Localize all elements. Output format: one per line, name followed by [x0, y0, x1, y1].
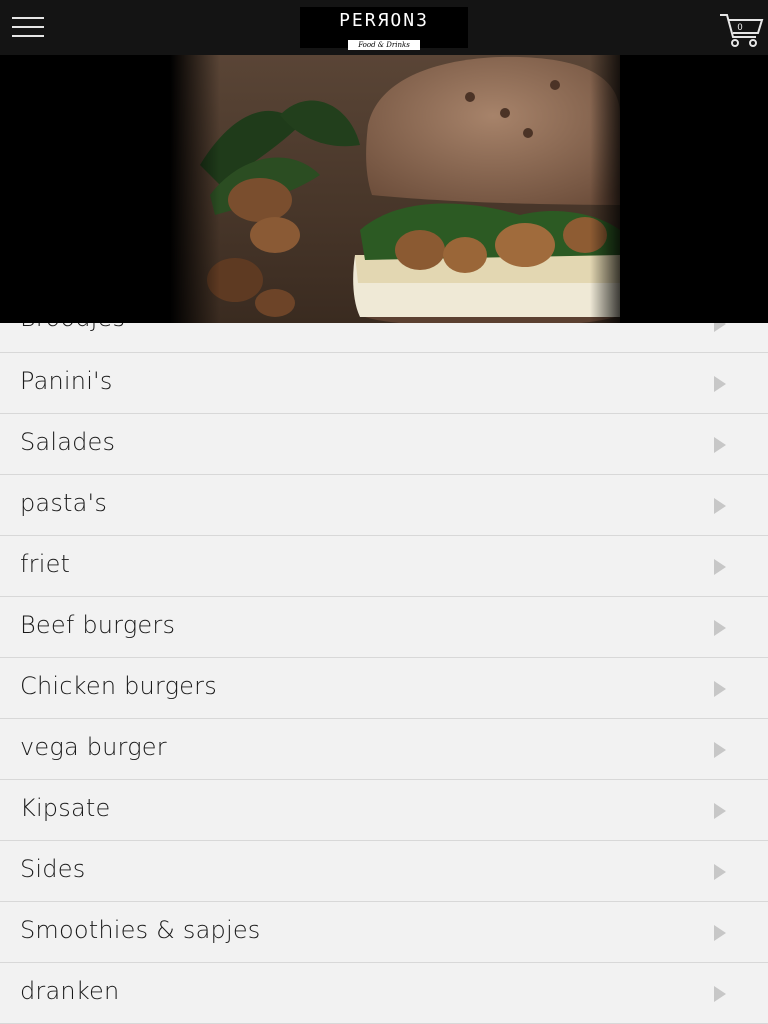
menu-item-label: Kipsate [20, 794, 111, 822]
menu-item-label: Panini's [20, 367, 113, 395]
chevron-right-icon [714, 376, 726, 392]
menu-item-label: Beef burgers [20, 611, 176, 639]
menu-item-sides[interactable]: Sides [0, 841, 768, 902]
menu-item-dranken[interactable]: dranken [0, 963, 768, 1024]
menu-item-vega-burger[interactable]: vega burger [0, 719, 768, 780]
menu-item-label: vega burger [20, 733, 167, 761]
menu-item-label: Sides [20, 855, 86, 883]
sandwich-photo [0, 55, 768, 323]
menu-item-pastas[interactable]: pasta's [0, 475, 768, 536]
menu-item-paninis[interactable]: Panini's [0, 353, 768, 414]
menu-item-beef-burgers[interactable]: Beef burgers [0, 597, 768, 658]
menu-item-kipsate[interactable]: Kipsate [0, 780, 768, 841]
chevron-right-icon [714, 986, 726, 1002]
menu-item-smoothies-sapjes[interactable]: Smoothies & sapjes [0, 902, 768, 963]
top-nav-bar: PERЯON3 Food & Drinks 0 [0, 0, 768, 55]
menu-item-chicken-burgers[interactable]: Chicken burgers [0, 658, 768, 719]
cart-count-badge: 0 [737, 22, 743, 32]
shopping-cart-button[interactable]: 0 [718, 9, 764, 49]
chevron-right-icon [714, 498, 726, 514]
menu-item-salades[interactable]: Salades [0, 414, 768, 475]
menu-item-friet[interactable]: friet [0, 536, 768, 597]
hamburger-menu-icon[interactable] [12, 15, 44, 39]
logo-tagline: Food & Drinks [348, 40, 420, 50]
chevron-right-icon [714, 742, 726, 758]
menu-item-label: pasta's [20, 489, 108, 517]
chevron-right-icon [714, 681, 726, 697]
hero-banner-image [0, 55, 768, 323]
chevron-right-icon [714, 864, 726, 880]
category-menu-list: Broodjes Panini's Salades pasta's friet … [0, 292, 768, 1024]
menu-item-label: friet [20, 550, 71, 578]
logo-text: PERЯON3 [339, 10, 429, 31]
menu-item-label: Salades [20, 428, 116, 456]
menu-item-label: dranken [20, 977, 120, 1005]
chevron-right-icon [714, 803, 726, 819]
menu-item-label: Smoothies & sapjes [20, 916, 261, 944]
chevron-right-icon [714, 559, 726, 575]
menu-item-label: Chicken burgers [20, 672, 217, 700]
chevron-right-icon [714, 620, 726, 636]
chevron-right-icon [714, 437, 726, 453]
chevron-right-icon [714, 925, 726, 941]
brand-logo[interactable]: PERЯON3 Food & Drinks [300, 7, 468, 50]
